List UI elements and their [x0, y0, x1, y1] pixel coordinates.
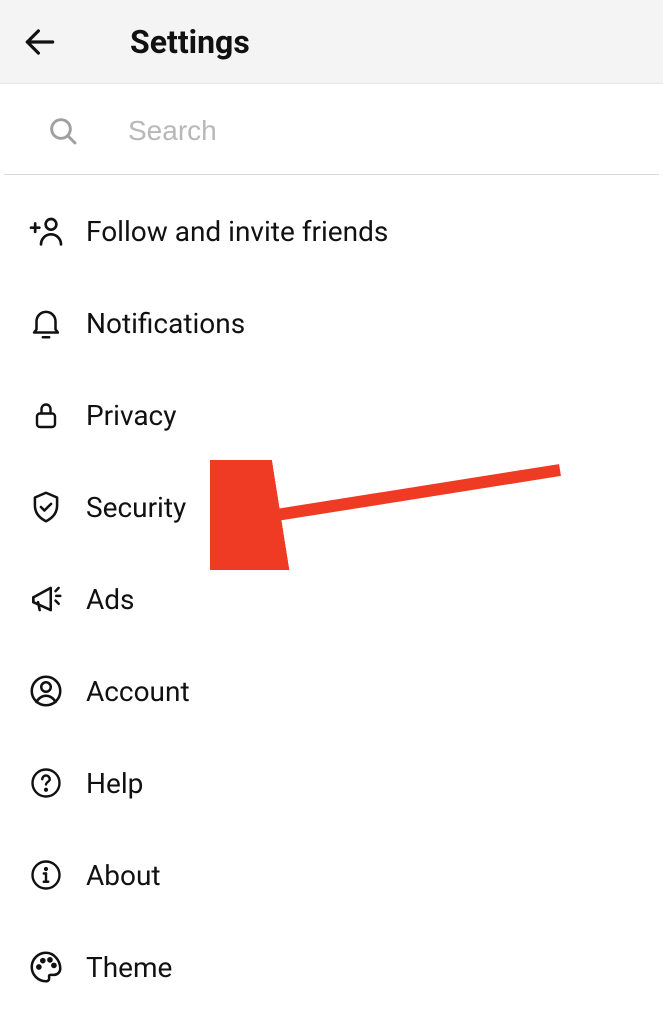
account-circle-icon: [20, 665, 72, 717]
menu-item-label: Security: [86, 491, 186, 524]
menu-item-privacy[interactable]: Privacy: [0, 369, 663, 461]
add-person-icon: [20, 205, 72, 257]
header-bar: Settings: [0, 0, 663, 84]
shield-check-icon: [20, 481, 72, 533]
menu-item-notifications[interactable]: Notifications: [0, 277, 663, 369]
arrow-left-icon: [21, 23, 59, 61]
menu-item-label: Follow and invite friends: [86, 215, 388, 248]
menu-item-ads[interactable]: Ads: [0, 553, 663, 645]
menu-item-account[interactable]: Account: [0, 645, 663, 737]
menu-item-follow-invite[interactable]: Follow and invite friends: [0, 185, 663, 277]
menu-item-label: Account: [86, 675, 190, 708]
menu-item-label: Privacy: [86, 399, 176, 432]
menu-item-security[interactable]: Security: [0, 461, 663, 553]
settings-list: Follow and invite friends Notifications …: [0, 175, 663, 1013]
back-button[interactable]: [18, 20, 62, 64]
help-circle-icon: [20, 757, 72, 809]
menu-item-help[interactable]: Help: [0, 737, 663, 829]
info-circle-icon: [20, 849, 72, 901]
bell-icon: [20, 297, 72, 349]
menu-item-label: Theme: [86, 951, 172, 984]
menu-item-label: Notifications: [86, 307, 245, 340]
search-input[interactable]: [128, 115, 617, 147]
lock-icon: [20, 389, 72, 441]
search-icon: [46, 114, 80, 148]
palette-icon: [20, 941, 72, 993]
menu-item-label: About: [86, 859, 161, 892]
menu-item-label: Help: [86, 767, 143, 800]
menu-item-theme[interactable]: Theme: [0, 921, 663, 1013]
search-row[interactable]: [4, 84, 659, 175]
page-title: Settings: [130, 23, 250, 61]
megaphone-icon: [20, 573, 72, 625]
menu-item-label: Ads: [86, 583, 135, 616]
menu-item-about[interactable]: About: [0, 829, 663, 921]
